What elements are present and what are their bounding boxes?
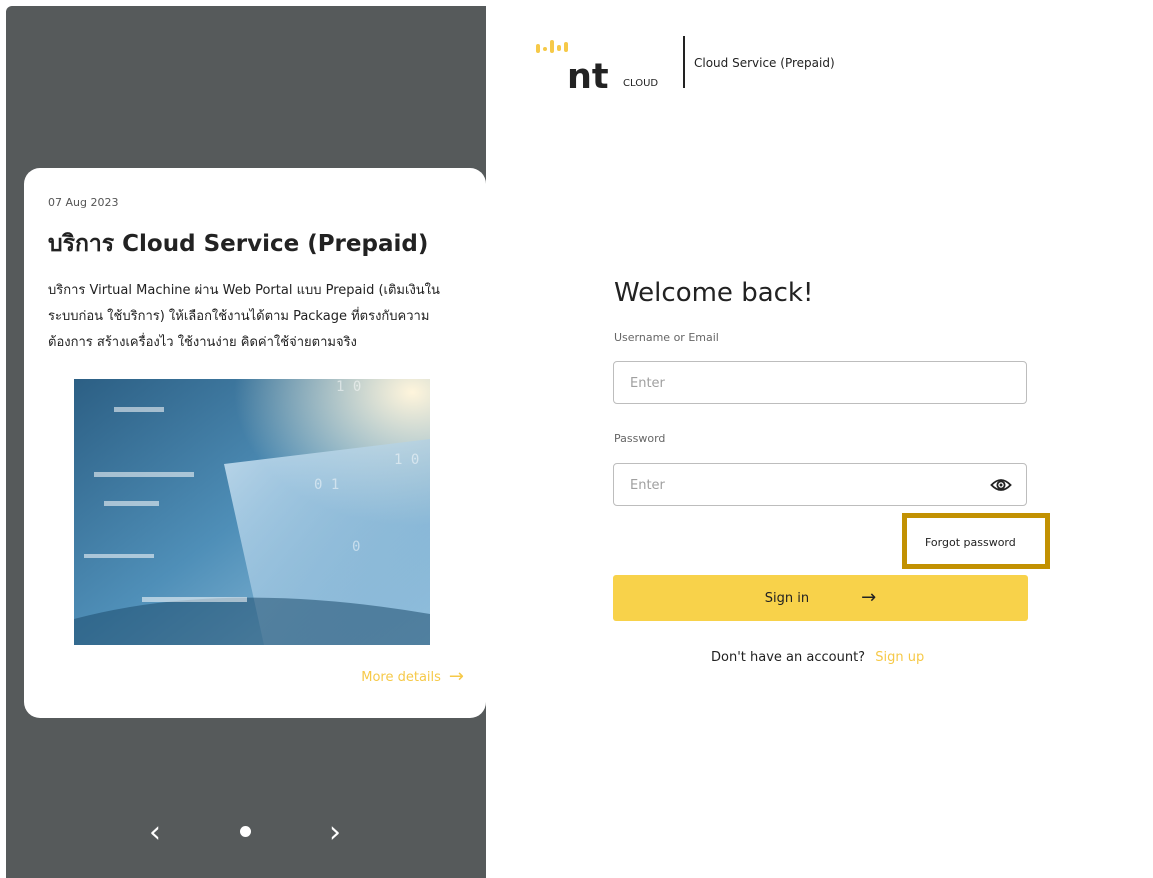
password-label: Password [614, 432, 666, 445]
arrow-right-icon: → [448, 666, 464, 687]
logo-cloud-text: CLOUD [623, 78, 658, 89]
cloud-technology-image: 1 0 0 1 1 0 0 [74, 379, 430, 645]
sign-up-link[interactable]: Sign up [875, 650, 924, 665]
chevron-right-icon[interactable]: › [329, 818, 341, 848]
signup-prompt-line: Don't have an account? Sign up [711, 650, 924, 665]
sign-in-label: Sign in [764, 590, 810, 606]
username-label: Username or Email [614, 331, 719, 344]
forgot-password-link[interactable]: Forgot password [925, 536, 1016, 549]
news-description: บริการ Virtual Machine ผ่าน Web Portal แ… [48, 283, 440, 350]
more-details-link[interactable]: More details → [361, 668, 464, 686]
logo-divider [683, 36, 685, 88]
svg-text:1 0: 1 0 [394, 452, 419, 468]
news-carousel-panel: 07 Aug 2023 บริการ Cloud Service (Prepai… [6, 6, 486, 878]
news-title: บริการ Cloud Service (Prepaid) [48, 231, 429, 257]
logo-subtitle: Cloud Service (Prepaid) [694, 56, 835, 70]
svg-text:1 0: 1 0 [336, 379, 361, 395]
svg-text:0 1: 0 1 [314, 477, 339, 493]
nt-cloud-logo: nt CLOUD [534, 36, 694, 97]
welcome-heading: Welcome back! [614, 278, 814, 308]
signup-prompt: Don't have an account? [711, 650, 866, 665]
news-card: 07 Aug 2023 บริการ Cloud Service (Prepai… [24, 168, 486, 718]
more-details-label: More details [361, 669, 441, 685]
sign-in-button[interactable]: Sign in → [613, 575, 1028, 621]
password-input[interactable] [628, 464, 972, 507]
logo-text: nt [567, 57, 609, 92]
eye-icon[interactable] [990, 475, 1012, 495]
username-input[interactable] [628, 362, 972, 405]
arrow-right-icon: → [861, 587, 877, 608]
username-field-box [613, 361, 1027, 405]
page: 07 Aug 2023 บริการ Cloud Service (Prepai… [0, 0, 1153, 878]
password-field-box [613, 463, 1027, 507]
carousel-indicator-dot[interactable] [240, 826, 251, 837]
svg-text:0: 0 [352, 539, 360, 555]
chevron-left-icon[interactable]: ‹ [149, 818, 161, 848]
news-date: 07 Aug 2023 [48, 196, 119, 209]
